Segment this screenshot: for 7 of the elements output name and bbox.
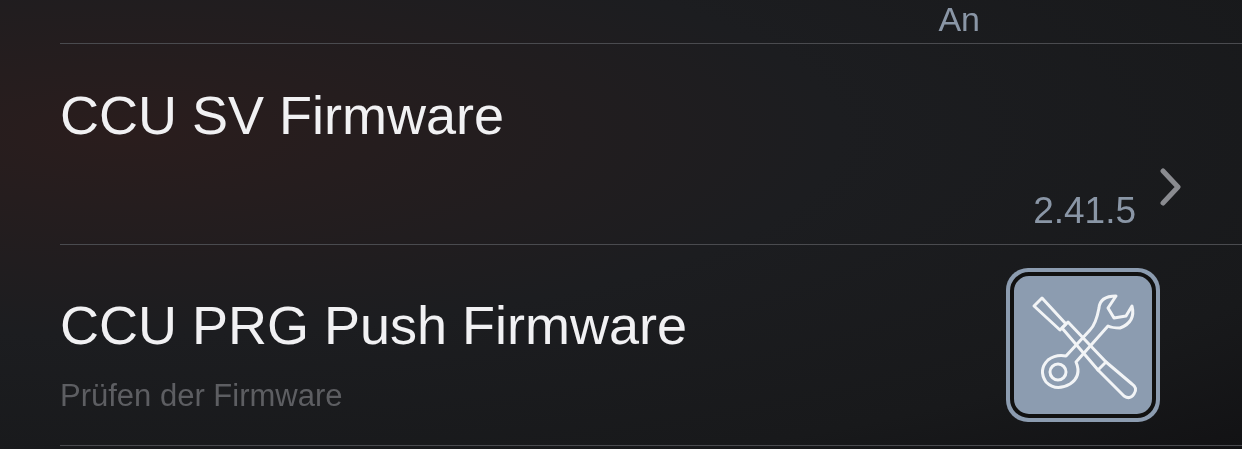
setting-value: An	[938, 0, 980, 38]
setting-subtitle: Prüfen der Firmware	[60, 378, 344, 414]
setting-value: 2.41.5	[1033, 190, 1136, 232]
setting-title: CCU PRG Push Firmware	[60, 294, 688, 356]
wrench-screwdriver-icon[interactable]	[1004, 266, 1162, 424]
chevron-icon[interactable]	[1160, 168, 1182, 206]
setting-title: CCU SV Firmware	[60, 84, 505, 146]
